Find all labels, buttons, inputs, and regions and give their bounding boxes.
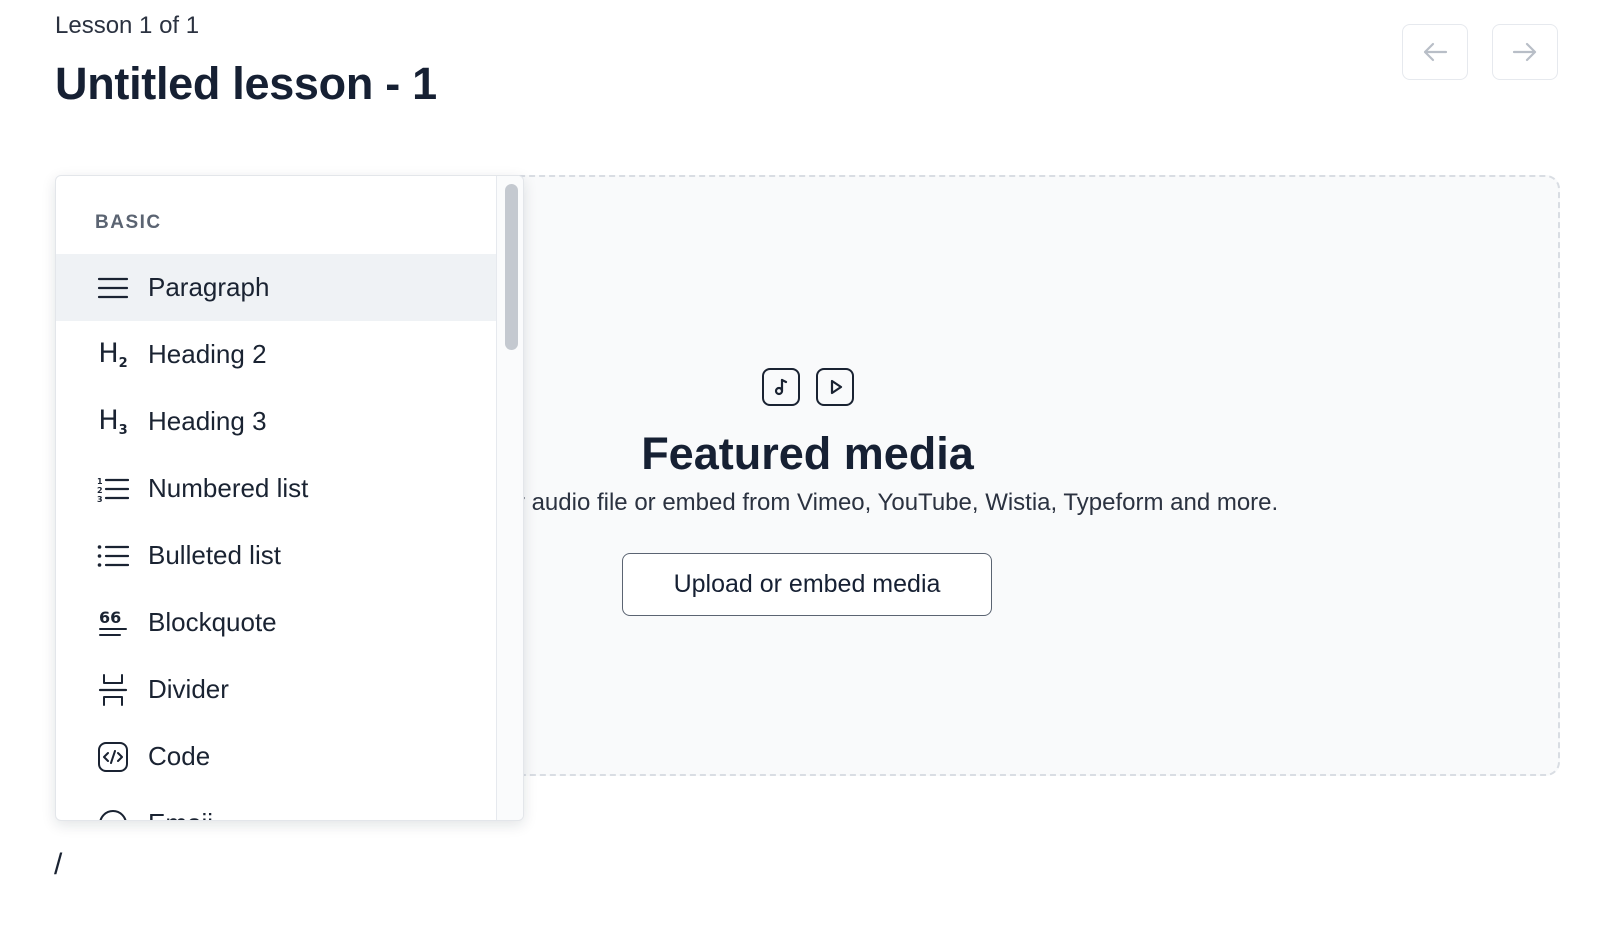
menu-item-label: Bulleted list [148,540,281,570]
slash-command-menu: BASIC Paragraph H2 Heading 2 H3 Heading … [55,175,524,821]
menu-item-label: Numbered list [148,473,309,503]
menu-item-emoji[interactable]: Emoji [56,790,496,820]
lesson-title[interactable]: Untitled lesson - 1 [55,58,437,110]
menu-item-numbered-list[interactable]: 1 2 3 Numbered list [56,455,496,522]
menu-item-heading-3[interactable]: H3 Heading 3 [56,388,496,455]
menu-item-label: Divider [148,674,229,704]
menu-item-bulleted-list[interactable]: Bulleted list [56,522,496,589]
svg-text:2: 2 [97,486,103,495]
menu-item-paragraph[interactable]: Paragraph [56,254,496,321]
menu-item-label: Blockquote [148,607,277,637]
next-lesson-button[interactable] [1492,24,1558,80]
media-type-icons [762,368,854,406]
svg-text:3: 3 [97,495,103,502]
menu-item-label: Paragraph [148,272,270,302]
svg-text:66: 66 [99,608,121,627]
menu-item-blockquote[interactable]: 66 Blockquote [56,589,496,656]
code-icon [96,740,130,774]
menu-item-label: Heading 2 [148,339,267,369]
editor-slash-input[interactable]: / [54,848,62,882]
menu-item-label: Code [148,741,211,771]
blockquote-icon: 66 [96,606,130,640]
music-note-icon [762,368,800,406]
menu-item-label: Emoji [148,808,213,820]
heading-2-icon: H2 [98,337,128,371]
previous-lesson-button[interactable] [1402,24,1468,80]
play-icon [816,368,854,406]
menu-scrollbar-thumb[interactable] [505,184,518,350]
heading-3-icon: H3 [98,404,128,438]
lesson-counter: Lesson 1 of 1 [55,12,200,39]
paragraph-icon [96,271,130,305]
numbered-list-icon: 1 2 3 [96,472,130,506]
menu-item-divider[interactable]: Divider [56,656,496,723]
arrow-left-icon [1423,42,1448,62]
bulleted-list-icon [96,539,130,573]
divider-icon [96,673,130,707]
menu-item-label: Heading 3 [148,406,267,436]
upload-embed-media-button[interactable]: Upload or embed media [622,553,992,616]
menu-section-label: BASIC [95,212,162,233]
svg-text:1: 1 [97,477,103,486]
menu-scrollbar[interactable] [496,176,523,820]
menu-item-code[interactable]: Code [56,723,496,790]
lesson-editor-page: Lesson 1 of 1 Untitled lesson - 1 Featur… [0,0,1600,933]
emoji-icon [96,807,130,820]
arrow-right-icon [1512,42,1537,62]
menu-item-heading-2[interactable]: H2 Heading 2 [56,321,496,388]
menu-list: BASIC Paragraph H2 Heading 2 H3 Heading … [56,176,496,820]
